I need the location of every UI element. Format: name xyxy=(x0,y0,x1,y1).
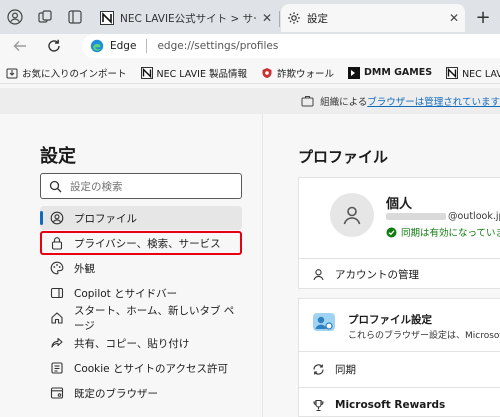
sidebar-item-copilot[interactable]: Copilot とサイドバー xyxy=(40,281,242,305)
nec-icon xyxy=(446,66,459,79)
sidebar-item-start-home[interactable]: スタート、ホーム、新しいタブ ページ xyxy=(40,305,242,332)
favorite-item[interactable]: お気に入りのインポート xyxy=(0,66,135,80)
managed-banner: 組織による ブラウザーは管理されています xyxy=(0,88,500,114)
favorite-item[interactable]: NEC LAVIE 公式サイト xyxy=(440,66,500,80)
sync-icon xyxy=(312,363,325,376)
tab-settings[interactable]: 設定 ✕ xyxy=(281,4,465,32)
cookie-icon xyxy=(50,361,64,375)
tab-actions-icon[interactable] xyxy=(64,6,86,28)
favorite-label: DMM GAMES xyxy=(364,67,433,78)
divider xyxy=(298,258,500,259)
sidebar-item-profiles[interactable]: プロファイル xyxy=(40,206,242,230)
sidebar-item-label: Cookie とサイトのアクセス許可 xyxy=(74,362,228,375)
person-icon xyxy=(312,268,325,281)
back-arrow-icon[interactable] xyxy=(12,38,28,54)
import-icon xyxy=(6,67,18,79)
highlight-box xyxy=(40,231,242,255)
email-suffix: @outlook.jp xyxy=(448,211,500,222)
sync-status-text: 同期は有効になっています xyxy=(401,228,500,239)
selection-indicator xyxy=(40,211,43,225)
sidebar-item-label: 既定のブラウザー xyxy=(74,387,158,400)
sidebar-icon xyxy=(50,286,64,300)
plus-icon[interactable]: + xyxy=(472,6,494,28)
sidebar-item-label: プロファイル xyxy=(74,212,137,225)
home-icon xyxy=(50,311,64,325)
close-tab-icon[interactable]: ✕ xyxy=(449,11,459,25)
profile-email: @outlook.jp xyxy=(386,211,500,222)
sidebar-item-share[interactable]: 共有、コピー、貼り付け xyxy=(40,331,242,355)
page-title: プロファイル xyxy=(298,148,389,166)
building-icon xyxy=(301,95,314,107)
sidebar-item-label: Copilot とサイドバー xyxy=(74,287,178,300)
share-icon xyxy=(50,336,64,350)
address-bar[interactable]: Edge edge://settings/profiles xyxy=(82,34,500,58)
divider xyxy=(298,387,500,388)
email-redacted xyxy=(386,213,446,220)
check-circle-icon xyxy=(386,227,397,238)
divider xyxy=(298,351,500,352)
rewards-row[interactable]: Microsoft Rewards xyxy=(298,394,500,416)
favorite-label: 詐欺ウォール xyxy=(277,68,335,80)
sidebar-item-cookies[interactable]: Cookie とサイトのアクセス許可 xyxy=(40,356,242,380)
favorite-item[interactable]: NEC LAVIE 製品情報 xyxy=(135,66,256,80)
url-text[interactable]: edge://settings/profiles xyxy=(157,40,278,52)
settings-search-input[interactable]: 設定の検索 xyxy=(40,173,242,199)
profile-settings-icon xyxy=(312,310,336,334)
favorite-label: お気に入りのインポート xyxy=(22,68,127,80)
sidebar-item-label: 外観 xyxy=(74,262,95,275)
omnibox-divider xyxy=(146,39,148,53)
avatar[interactable] xyxy=(330,193,374,237)
sync-status: 同期は有効になっています xyxy=(386,225,500,239)
sidebar-item-label: 共有、コピー、貼り付け xyxy=(74,337,190,350)
workspaces-icon[interactable] xyxy=(34,6,56,28)
close-tab-icon[interactable]: ✕ xyxy=(262,11,272,25)
tab-title: 設定 xyxy=(307,12,328,25)
favorites-bar: お気に入りのインポート NEC LAVIE 製品情報 詐欺ウォール DMM GA… xyxy=(0,62,500,84)
edge-logo-icon xyxy=(90,39,104,53)
profile-icon xyxy=(50,211,64,225)
manage-account-label: アカウントの管理 xyxy=(335,269,419,281)
brand-label: Edge xyxy=(110,40,137,52)
manage-account-row[interactable]: アカウントの管理 xyxy=(298,261,500,288)
sync-row[interactable]: 同期 xyxy=(298,355,500,383)
settings-title: 設定 xyxy=(40,146,76,167)
nec-icon xyxy=(140,66,153,79)
shield-icon xyxy=(261,67,273,79)
favorite-item[interactable]: 詐欺ウォール xyxy=(255,66,342,80)
tab-separator xyxy=(279,11,280,27)
appearance-icon xyxy=(50,261,64,275)
gear-icon xyxy=(287,11,301,25)
dmm-icon xyxy=(348,66,361,79)
profile-name: 個人 xyxy=(386,197,413,212)
sidebar-item-default-browser[interactable]: 既定のブラウザー xyxy=(40,381,242,405)
tab-title: NEC LAVIE公式サイト > サービス＆サ xyxy=(120,12,256,25)
trophy-icon xyxy=(312,399,325,412)
nec-favicon-icon xyxy=(100,11,114,25)
search-icon xyxy=(49,180,62,193)
tab-nec-lavie[interactable]: NEC LAVIE公式サイト > サービス＆サ ✕ xyxy=(94,4,278,32)
browser-icon xyxy=(50,386,64,400)
favorite-label: NEC LAVIE 製品情報 xyxy=(156,68,248,80)
sidebar-item-label: スタート、ホーム、新しいタブ ページ xyxy=(74,305,235,332)
managed-link[interactable]: ブラウザーは管理されています xyxy=(367,94,500,108)
favorite-label: NEC LAVIE 公式サイト xyxy=(462,68,500,80)
sidebar-item-appearance[interactable]: 外観 xyxy=(40,256,242,280)
profile-icon[interactable] xyxy=(4,6,26,28)
rewards-label: Microsoft Rewards xyxy=(335,399,446,411)
sync-label: 同期 xyxy=(335,363,356,376)
favorite-item[interactable]: DMM GAMES xyxy=(342,66,440,79)
search-placeholder: 設定の検索 xyxy=(70,180,123,193)
profile-settings-title[interactable]: プロファイル設定 xyxy=(348,312,432,327)
refresh-icon[interactable] xyxy=(46,38,62,54)
profile-settings-desc: これらのブラウザー設定は、Microsoft Ed xyxy=(348,331,500,341)
managed-prefix: 組織による xyxy=(320,97,368,108)
